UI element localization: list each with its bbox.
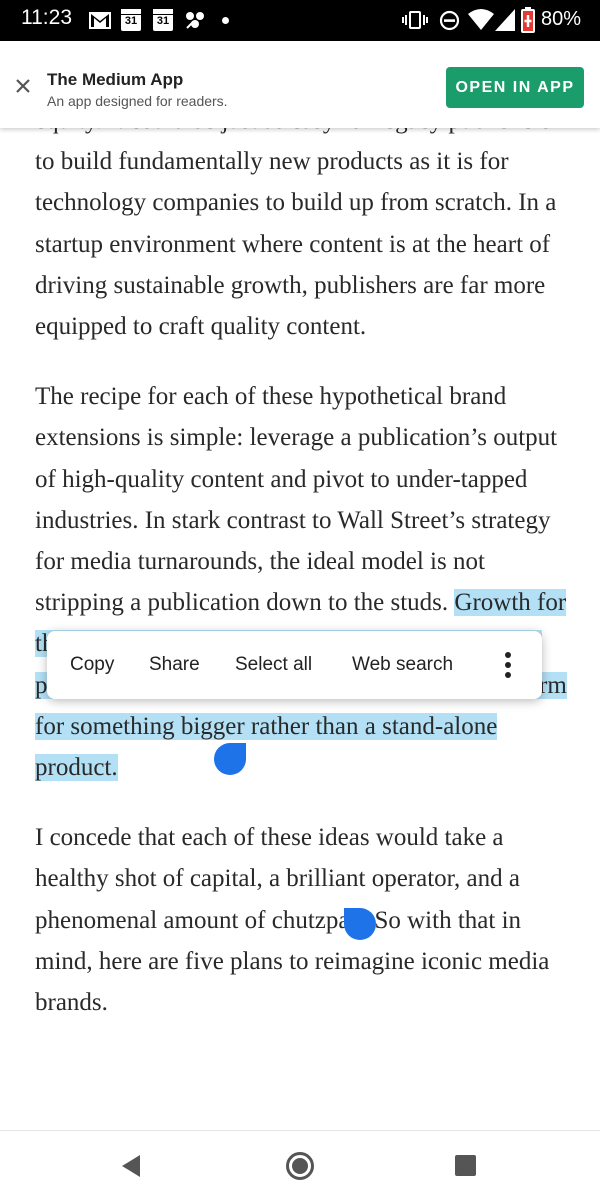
banner-subtitle: An app designed for readers. [47,93,228,109]
web-search-menu-item[interactable]: Web search [352,631,453,699]
select-all-menu-item[interactable]: Select all [235,631,312,699]
clock: 11:23 [21,6,72,29]
selection-start-handle[interactable] [214,743,246,775]
text-selection-menu: Copy Share Select all Web search [47,631,542,699]
article-paragraph: equity. It could be just as easy for leg… [35,100,575,347]
banner-title: The Medium App [47,70,184,89]
article-paragraph: I concede that each of these ideas would… [35,817,575,1023]
recents-icon[interactable] [455,1155,476,1176]
open-in-app-button[interactable]: OPEN IN APP [446,67,584,108]
gmail-icon [89,12,111,29]
signal-icon [495,9,515,31]
more-options-icon[interactable] [497,651,519,679]
battery-percent: 80% [541,8,582,30]
copy-menu-item[interactable]: Copy [70,631,114,699]
do-not-disturb-icon [439,10,460,31]
app-install-banner: The Medium App An app designed for reade… [0,41,600,128]
calendar-icon: 31 [121,9,141,31]
selection-end-handle[interactable] [344,908,376,940]
vibrate-icon [402,11,428,29]
article-body: equity. It could be just as easy for leg… [35,100,575,1023]
paragraph-text: The recipe for each of these hypothetica… [35,383,558,617]
back-icon[interactable] [118,1153,144,1179]
paragraph-text: I concede that each of these ideas would… [35,824,550,1017]
wifi-icon [468,9,494,30]
status-bar: 11:23 31 31 80% [0,0,600,41]
paragraph-text: publishers to build fundamentally new pr… [35,107,557,341]
calendar-icon: 31 [153,9,173,31]
battery-icon [521,7,535,33]
notification-dot [222,17,229,24]
pinwheel-icon [186,12,204,29]
share-menu-item[interactable]: Share [149,631,200,699]
navigation-bar [0,1130,600,1200]
article-paragraph: The recipe for each of these hypothetica… [35,376,575,788]
close-icon[interactable] [12,75,34,97]
home-icon[interactable] [286,1152,314,1180]
